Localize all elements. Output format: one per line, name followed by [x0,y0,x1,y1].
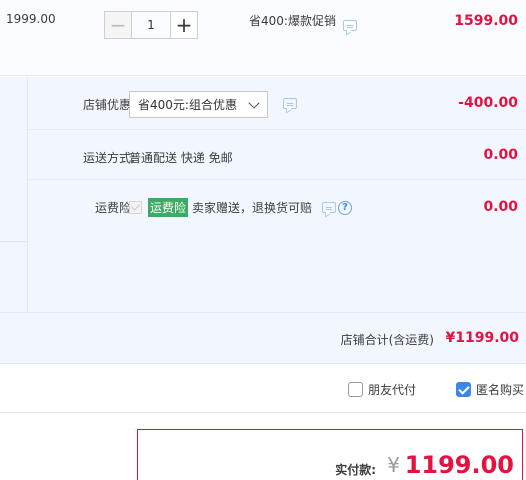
shop-options-panel: 店铺优惠: 省400元:组合优惠 -400.00 运送方式: 普通配送 快递 免… [0,77,526,312]
anonymous-purchase-label: 匿名购买 [476,383,525,397]
chat-icon[interactable] [322,202,337,213]
chat-icon[interactable] [343,20,357,31]
shop-discount-amount: -400.00 [458,95,518,111]
unit-price: 1999.00 [6,12,56,26]
promo-note: 省400:爆款促销 [249,14,336,28]
shop-discount-row: 店铺优惠: 省400元:组合优惠 -400.00 [29,77,526,130]
quantity-input[interactable]: 1 [132,11,170,39]
extra-options-row: 朋友代付 匿名购买 [0,364,526,413]
payment-amount: 1199.00 [404,451,514,479]
insurance-checkbox[interactable] [129,201,142,214]
shop-total-row: 店铺合计(含运费) ¥1199.00 [0,312,526,364]
shop-discount-selected: 省400元:组合优惠 [138,98,237,112]
increase-quantity-button[interactable]: + [170,11,198,39]
help-icon[interactable]: ? [338,200,353,215]
friend-pay-label: 朋友代付 [368,383,417,397]
currency-symbol: ¥ [387,453,400,477]
shipping-insurance-row: 运费险: 运费险 卖家赠送，退换货可赔 ? 0.00 [29,180,526,312]
shipping-amount: 0.00 [483,147,518,163]
shipping-label: 运送方式: [82,151,135,165]
friend-pay-checkbox[interactable] [348,382,363,397]
item-total-price: 1599.00 [454,13,518,29]
chat-icon[interactable] [283,98,297,109]
insurance-description: 卖家赠送，退换货可赔 [192,201,313,215]
insurance-tag: 运费险 [148,198,189,217]
shop-discount-select[interactable]: 省400元:组合优惠 [129,91,268,118]
shipping-row: 运送方式: 普通配送 快递 免邮 0.00 [29,130,526,180]
chevron-down-icon [248,97,260,109]
payment-summary-box: 实付款: ¥ 1199.00 [137,429,523,480]
shop-total-value: ¥1199.00 [445,330,519,346]
shop-total-label: 店铺合计(含运费) [340,333,434,347]
shop-discount-label: 店铺优惠: [82,98,135,112]
insurance-option: 运费险 卖家赠送，退换货可赔 ? [129,198,353,217]
anonymous-purchase-option[interactable]: 匿名购买 [456,381,524,398]
anonymous-purchase-checkbox[interactable] [456,382,471,397]
quantity-stepper: − 1 + [104,11,198,39]
shipping-method: 普通配送 快递 免邮 [129,151,233,165]
left-gutter [0,77,28,312]
friend-pay-option[interactable]: 朋友代付 [348,381,416,398]
decrease-quantity-button[interactable]: − [104,11,132,39]
payment-label: 实付款: [335,463,376,477]
insurance-amount: 0.00 [483,199,518,215]
cart-item-row: 1999.00 − 1 + 省400:爆款促销 1599.00 [0,0,526,76]
